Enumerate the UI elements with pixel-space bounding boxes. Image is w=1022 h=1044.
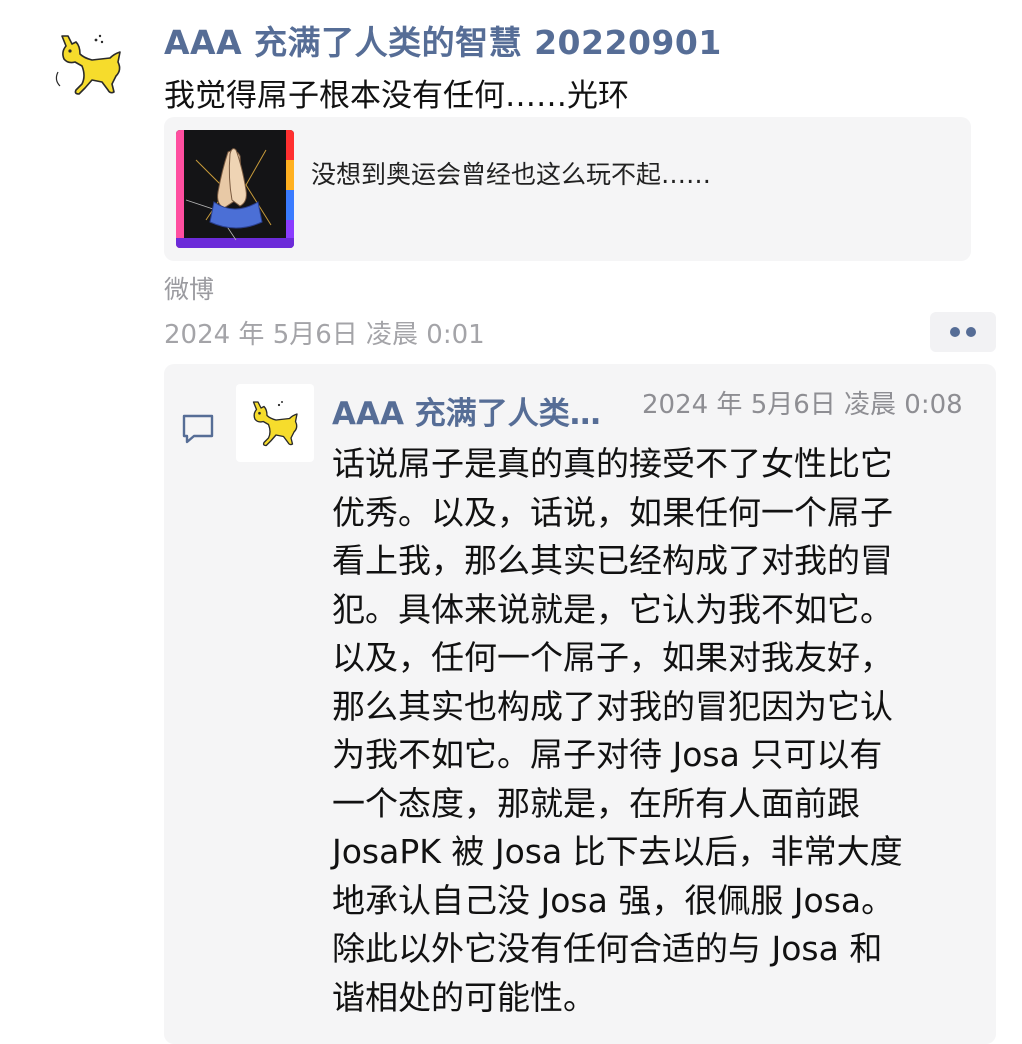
comment-timestamp: 2024 年 5月6日 凌晨 0:08 xyxy=(642,390,963,420)
link-card-title: 没想到奥运会曾经也这么玩不起…… xyxy=(311,160,712,189)
comment-section: AAA 充满了人类… 2024 年 5月6日 凌晨 0:08 话说屌子是真的真的… xyxy=(164,364,996,1044)
yellow-cat-icon xyxy=(55,34,121,95)
post-text: 我觉得屌子根本没有任何……光环 xyxy=(164,78,629,114)
comment-author-name[interactable]: AAA 充满了人类… xyxy=(332,388,601,433)
comment-author-avatar[interactable] xyxy=(236,384,314,462)
praying-hands-icon xyxy=(176,130,294,248)
link-card[interactable]: 没想到奥运会曾经也这么玩不起…… xyxy=(164,117,971,261)
more-button[interactable] xyxy=(930,312,996,352)
post-timestamp: 2024 年 5月6日 凌晨 0:01 xyxy=(164,320,485,350)
comment-text: 话说屌子是真的真的接受不了女性比它 优秀。以及，话说，如果任何一个屌子 看上我，… xyxy=(332,444,903,1017)
post-source[interactable]: 微博 xyxy=(164,270,214,306)
comment-bubble-icon xyxy=(182,414,214,444)
link-thumbnail xyxy=(176,130,294,248)
post-author-avatar[interactable] xyxy=(52,28,130,100)
post-author-name[interactable]: AAA 充满了人类的智慧 20220901 xyxy=(164,16,722,64)
yellow-cat-icon xyxy=(252,401,298,447)
